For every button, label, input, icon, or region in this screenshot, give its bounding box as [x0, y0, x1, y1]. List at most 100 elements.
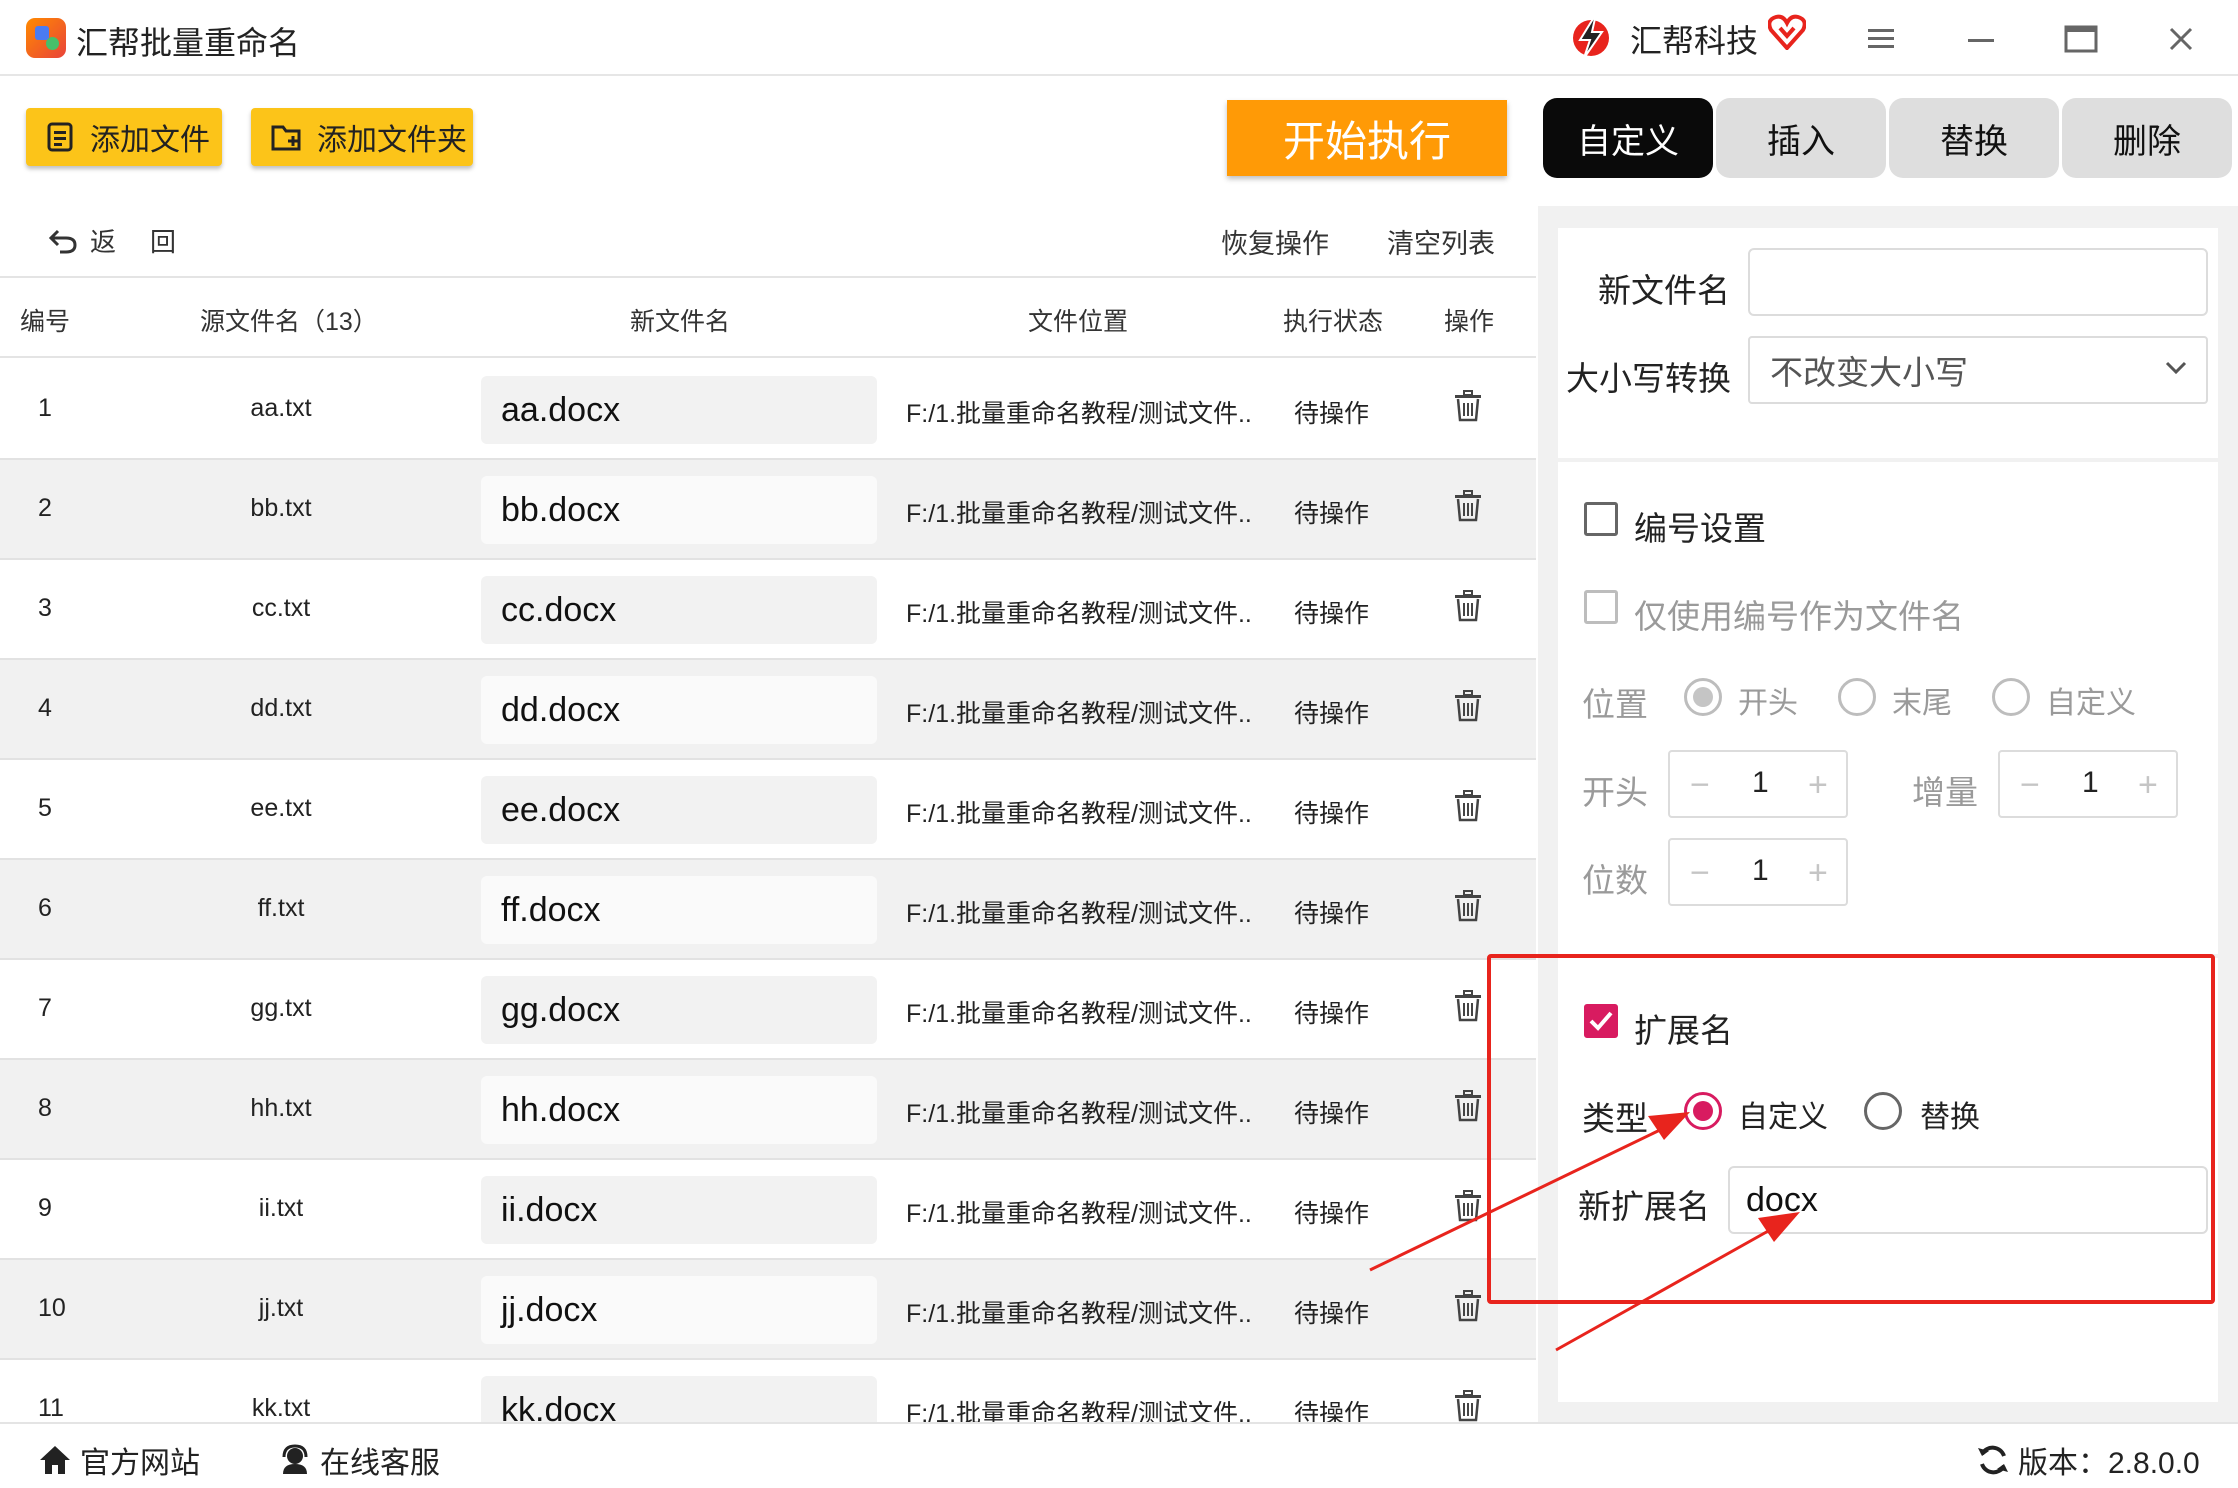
tab-replace[interactable]: 替换	[1889, 98, 2059, 178]
row-index: 5	[38, 794, 52, 822]
new-filename-field[interactable]: dd.docx	[481, 676, 877, 744]
plus-icon[interactable]: +	[2138, 766, 2158, 805]
close-icon[interactable]	[2156, 14, 2206, 64]
digits-stepper[interactable]: − 1 +	[1668, 838, 1848, 906]
trash-icon[interactable]	[1454, 990, 1482, 1022]
table-row[interactable]: 7 gg.txt gg.docx F:/1.批量重命名教程/测试文件... 待操作	[0, 960, 1536, 1060]
position-custom-label: 自定义	[2046, 687, 2136, 720]
increment-stepper[interactable]: − 1 +	[1998, 750, 2178, 818]
back-arrow-icon	[48, 229, 77, 253]
header-status: 执行状态	[1283, 308, 1384, 336]
minus-icon[interactable]: −	[1690, 766, 1710, 805]
table-row[interactable]: 9 ii.txt ii.docx F:/1.批量重命名教程/测试文件... 待操作	[0, 1160, 1536, 1260]
tab-insert[interactable]: 插入	[1716, 98, 1886, 178]
source-filename: ii.txt	[258, 1194, 304, 1222]
table-row[interactable]: 4 dd.txt dd.docx F:/1.批量重命名教程/测试文件... 待操作	[0, 660, 1536, 760]
plus-icon[interactable]: +	[1808, 766, 1828, 805]
new-filename-field[interactable]: aa.docx	[481, 376, 877, 444]
status-text: 待操作	[1294, 400, 1370, 428]
version-label: 版本：2.8.0.0	[2018, 1447, 2200, 1480]
minus-icon[interactable]: −	[1690, 854, 1710, 893]
table-row[interactable]: 3 cc.txt cc.docx F:/1.批量重命名教程/测试文件... 待操作	[0, 560, 1536, 660]
online-support-label: 在线客服	[320, 1447, 440, 1480]
position-start-radio[interactable]	[1684, 678, 1722, 716]
start-button[interactable]: 开始执行	[1227, 100, 1507, 176]
tab-custom[interactable]: 自定义	[1543, 98, 1713, 178]
status-text: 待操作	[1294, 1100, 1370, 1128]
new-filename-field[interactable]: ii.docx	[481, 1176, 877, 1244]
menu-icon[interactable]	[1856, 14, 1906, 64]
header-index: 编号	[20, 308, 71, 336]
table-row[interactable]: 1 aa.txt aa.docx F:/1.批量重命名教程/测试文件... 待操作	[0, 360, 1536, 460]
new-filename-field[interactable]: cc.docx	[481, 576, 877, 644]
table-row[interactable]: 2 bb.txt bb.docx F:/1.批量重命名教程/测试文件... 待操作	[0, 460, 1536, 560]
digits-label: 位数	[1582, 862, 1648, 899]
footer: 官方网站 在线客服 版本：2.8.0.0	[0, 1422, 2238, 1488]
table-row[interactable]: 5 ee.txt ee.docx F:/1.批量重命名教程/测试文件... 待操作	[0, 760, 1536, 860]
position-custom-radio[interactable]	[1992, 678, 2030, 716]
trash-icon[interactable]	[1454, 690, 1482, 722]
file-location: F:/1.批量重命名教程/测试文件...	[906, 400, 1250, 428]
add-folder-button[interactable]: 添加文件夹	[251, 108, 473, 166]
header-action: 操作	[1444, 308, 1495, 336]
back-button[interactable]: 返回	[48, 222, 210, 259]
brand-lightning-icon	[1573, 13, 1609, 59]
add-file-button[interactable]: 添加文件	[26, 108, 222, 166]
numbering-checkbox[interactable]	[1584, 502, 1618, 536]
file-location: F:/1.批量重命名教程/测试文件...	[906, 500, 1250, 528]
new-filename-field[interactable]: ff.docx	[481, 876, 877, 944]
home-icon	[40, 1446, 70, 1474]
table-row[interactable]: 6 ff.txt ff.docx F:/1.批量重命名教程/测试文件... 待操作	[0, 860, 1536, 960]
trash-icon[interactable]	[1454, 1190, 1482, 1222]
digits-value: 1	[1752, 854, 1769, 887]
clear-list-button[interactable]: 清空列表	[1387, 222, 1495, 261]
file-location: F:/1.批量重命名教程/测试文件...	[906, 1000, 1250, 1028]
trash-icon[interactable]	[1454, 790, 1482, 822]
table-row[interactable]: 11 kk.txt kk.docx F:/1.批量重命名教程/测试文件... 待操作	[0, 1360, 1536, 1422]
trash-icon[interactable]	[1454, 890, 1482, 922]
start-label: 开头	[1582, 774, 1648, 811]
table-row[interactable]: 8 hh.txt hh.docx F:/1.批量重命名教程/测试文件... 待操作	[0, 1060, 1536, 1160]
position-start-label: 开头	[1738, 687, 1798, 720]
case-convert-select[interactable]: 不改变大小写	[1748, 336, 2208, 404]
new-filename-field[interactable]: ee.docx	[481, 776, 877, 844]
restore-button[interactable]: 恢复操作	[1221, 222, 1329, 261]
tab-delete[interactable]: 删除	[2062, 98, 2232, 178]
trash-icon[interactable]	[1454, 1090, 1482, 1122]
plus-icon[interactable]: +	[1808, 854, 1828, 893]
official-website-link[interactable]: 官方网站	[38, 1438, 200, 1482]
new-filename-field[interactable]: gg.docx	[481, 976, 877, 1044]
online-support-link[interactable]: 在线客服	[278, 1438, 440, 1482]
start-stepper[interactable]: − 1 +	[1668, 750, 1848, 818]
trash-icon[interactable]	[1454, 1290, 1482, 1322]
new-filename-field[interactable]: kk.docx	[481, 1376, 877, 1422]
status-text: 待操作	[1294, 1200, 1370, 1228]
start-value: 1	[1752, 766, 1769, 799]
trash-icon[interactable]	[1454, 490, 1482, 522]
position-label: 位置	[1582, 686, 1648, 723]
source-filename: gg.txt	[250, 994, 312, 1022]
highlight-box	[1487, 954, 2215, 1304]
app-title: 汇帮批量重命名	[76, 25, 301, 61]
maximize-icon[interactable]	[2056, 14, 2106, 64]
trash-icon[interactable]	[1454, 390, 1482, 422]
minus-icon[interactable]: −	[2020, 766, 2040, 805]
new-filename-input[interactable]	[1748, 248, 2208, 316]
file-table: 编号 源文件名（13） 新文件名 文件位置 执行状态 操作 1 aa.txt aa.…	[0, 276, 1536, 1422]
file-location: F:/1.批量重命名教程/测试文件...	[906, 700, 1250, 728]
source-filename: hh.txt	[250, 1094, 312, 1122]
table-row[interactable]: 10 jj.txt jj.docx F:/1.批量重命名教程/测试文件... 待操作	[0, 1260, 1536, 1360]
version-info: 版本：2.8.0.0	[1976, 1438, 2200, 1482]
new-filename-field[interactable]: jj.docx	[481, 1276, 877, 1344]
position-end-radio[interactable]	[1838, 678, 1876, 716]
minimize-icon[interactable]	[1956, 14, 2006, 64]
trash-icon[interactable]	[1454, 1390, 1482, 1422]
source-filename: aa.txt	[250, 394, 312, 422]
new-filename-field[interactable]: hh.docx	[481, 1076, 877, 1144]
only-number-checkbox[interactable]	[1584, 590, 1618, 624]
trash-icon[interactable]	[1454, 590, 1482, 622]
status-text: 待操作	[1294, 1000, 1370, 1028]
header-new-name: 新文件名	[630, 308, 731, 336]
new-filename-field[interactable]: bb.docx	[481, 476, 877, 544]
source-filename: cc.txt	[251, 594, 311, 622]
